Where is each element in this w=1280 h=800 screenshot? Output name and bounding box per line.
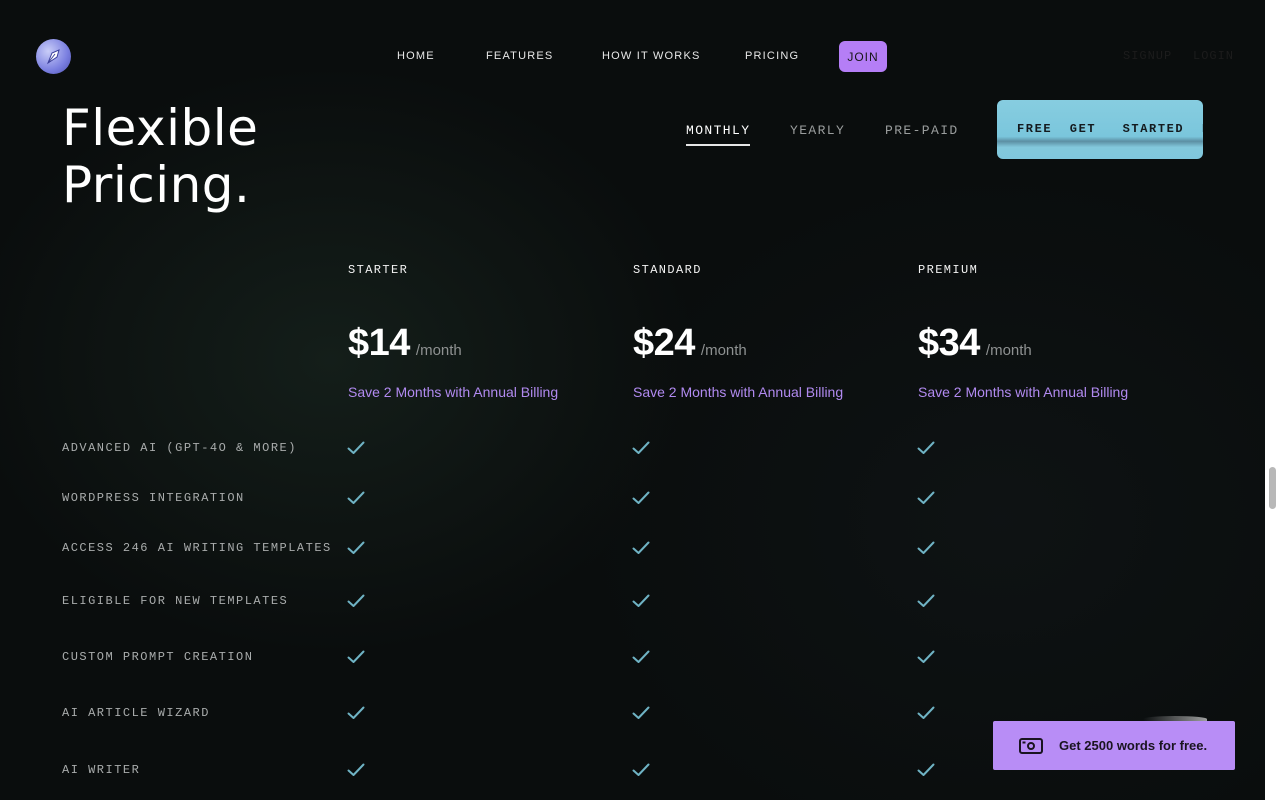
page-title: Flexible Pricing. bbox=[62, 100, 258, 214]
plan-price-standard: $24 /month bbox=[633, 322, 747, 365]
nav-link-how-it-works[interactable]: HOW IT WORKS bbox=[602, 50, 701, 62]
price-amount: $14 bbox=[348, 322, 410, 364]
check-icon bbox=[917, 491, 935, 505]
feature-label: AI ARTICLE WIZARD bbox=[62, 706, 210, 720]
nav-link-pricing[interactable]: PRICING bbox=[745, 50, 799, 62]
check-icon bbox=[917, 706, 935, 720]
annual-billing-note-starter: Save 2 Months with Annual Billing bbox=[348, 384, 559, 400]
check-icon bbox=[347, 491, 365, 505]
check-icon bbox=[917, 441, 935, 455]
annual-billing-note-standard: Save 2 Months with Annual Billing bbox=[633, 384, 844, 400]
logo[interactable] bbox=[36, 39, 71, 74]
check-icon bbox=[347, 541, 365, 555]
feature-label: CUSTOM PROMPT CREATION bbox=[62, 650, 254, 664]
check-icon bbox=[347, 763, 365, 777]
check-icon bbox=[917, 650, 935, 664]
nav-link-home[interactable]: HOME bbox=[397, 50, 435, 62]
check-icon bbox=[632, 441, 650, 455]
page-title-line-2: Pricing. bbox=[62, 156, 251, 214]
free-words-button[interactable]: Get 2500 words for free. bbox=[993, 721, 1235, 770]
check-icon bbox=[347, 706, 365, 720]
check-icon bbox=[632, 541, 650, 555]
free-words-label: Get 2500 words for free. bbox=[1059, 738, 1208, 753]
join-button[interactable]: JOIN bbox=[839, 41, 887, 72]
plan-price-starter: $14 /month bbox=[348, 322, 462, 365]
login-link[interactable]: LOGIN bbox=[1193, 49, 1234, 63]
price-period: /month bbox=[415, 342, 462, 359]
plan-name-premium: PREMIUM bbox=[918, 263, 979, 277]
check-icon bbox=[632, 706, 650, 720]
feature-label: WORDPRESS INTEGRATION bbox=[62, 491, 245, 505]
price-amount: $34 bbox=[918, 322, 980, 364]
feature-label: AI WRITER bbox=[62, 763, 141, 777]
feature-label: ACCESS 246 AI WRITING TEMPLATES bbox=[62, 541, 332, 555]
signup-link[interactable]: SIGNUP bbox=[1123, 49, 1172, 63]
money-icon bbox=[1019, 738, 1043, 754]
pen-nib-icon bbox=[46, 48, 60, 64]
plan-name-starter: STARTER bbox=[348, 263, 409, 277]
feature-label: ADVANCED AI (GPT-4O & MORE) bbox=[62, 441, 297, 455]
get-started-free-label: FREE GET STARTED F bbox=[1017, 122, 1203, 136]
check-icon bbox=[632, 594, 650, 608]
plan-price-premium: $34 /month bbox=[918, 322, 1032, 365]
check-icon bbox=[917, 541, 935, 555]
check-icon bbox=[347, 650, 365, 664]
price-period: /month bbox=[700, 342, 747, 359]
check-icon bbox=[917, 594, 935, 608]
billing-option-prepaid[interactable]: PRE-PAID bbox=[885, 123, 959, 138]
check-icon bbox=[632, 491, 650, 505]
nav-link-features[interactable]: FEATURES bbox=[486, 50, 553, 62]
check-icon bbox=[347, 441, 365, 455]
check-icon bbox=[632, 650, 650, 664]
price-amount: $24 bbox=[633, 322, 695, 364]
page-scrollbar[interactable] bbox=[1265, 0, 1280, 800]
scrollbar-thumb[interactable] bbox=[1269, 467, 1276, 509]
page-title-line-1: Flexible bbox=[62, 99, 259, 157]
feature-label: ELIGIBLE FOR NEW TEMPLATES bbox=[62, 594, 289, 608]
plan-name-standard: STANDARD bbox=[633, 263, 702, 277]
check-icon bbox=[347, 594, 365, 608]
check-icon bbox=[917, 763, 935, 777]
price-period: /month bbox=[985, 342, 1032, 359]
annual-billing-note-premium: Save 2 Months with Annual Billing bbox=[918, 384, 1129, 400]
check-icon bbox=[632, 763, 650, 777]
get-started-free-button[interactable]: FREE GET STARTED F bbox=[997, 100, 1203, 159]
billing-option-yearly[interactable]: YEARLY bbox=[790, 123, 845, 138]
billing-option-monthly[interactable]: MONTHLY bbox=[686, 123, 751, 146]
